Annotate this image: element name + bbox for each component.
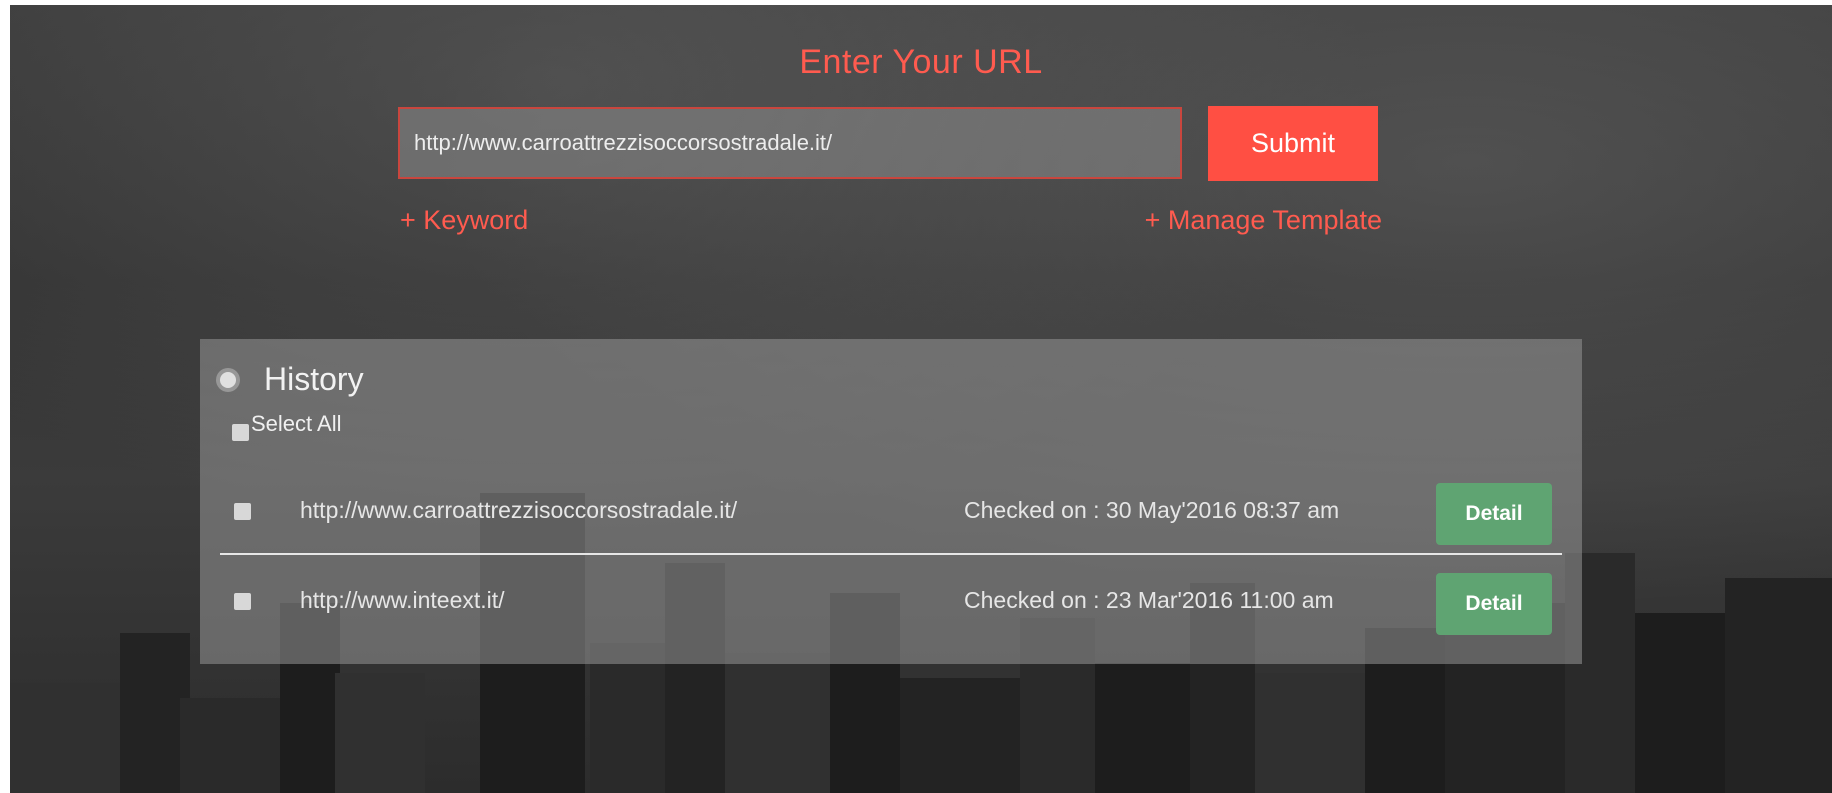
history-panel: History Select All http://www.carroattre…	[200, 339, 1582, 664]
detail-button[interactable]: Detail	[1436, 483, 1552, 545]
select-all-label: Select All	[251, 411, 342, 436]
history-row: http://www.inteext.it/ Checked on : 23 M…	[200, 565, 1582, 639]
row-url: http://www.carroattrezzisoccorsostradale…	[300, 497, 738, 523]
history-radio-icon[interactable]	[220, 371, 236, 388]
history-title: History	[264, 361, 364, 397]
url-input[interactable]	[398, 107, 1182, 179]
detail-button[interactable]: Detail	[1436, 573, 1552, 635]
submit-button[interactable]: Submit	[1208, 106, 1378, 181]
page-title: Enter Your URL	[799, 43, 1043, 81]
row-checked-on: Checked on : 23 Mar'2016 11:00 am	[964, 587, 1334, 613]
history-header: History	[220, 361, 364, 398]
history-row: http://www.carroattrezzisoccorsostradale…	[200, 475, 1582, 549]
add-keyword-link[interactable]: + Keyword	[400, 205, 528, 236]
row-url: http://www.inteext.it/	[300, 587, 505, 613]
row-checked-on: Checked on : 30 May'2016 08:37 am	[964, 497, 1340, 523]
select-all-checkbox[interactable]	[232, 424, 249, 441]
select-all: Select All	[232, 411, 342, 441]
row-checkbox[interactable]	[234, 503, 251, 520]
row-checkbox[interactable]	[234, 593, 251, 610]
row-divider	[220, 553, 1562, 555]
page-background: Enter Your URL Submit + Keyword + Manage…	[10, 5, 1832, 793]
manage-template-link[interactable]: + Manage Template	[1145, 205, 1382, 236]
